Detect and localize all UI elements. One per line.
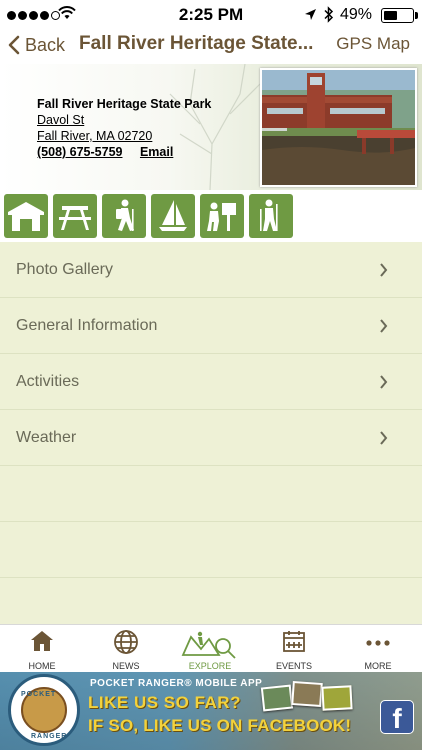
park-street-link[interactable]: Davol St (37, 112, 211, 128)
empty-row (0, 466, 422, 522)
back-label: Back (25, 34, 66, 55)
interpretive-center-icon[interactable] (200, 194, 244, 238)
tab-bar: HOME NEWS EXPLORE EVENTS MORE (0, 624, 422, 672)
tab-label: EVENTS (275, 661, 312, 671)
sailing-icon[interactable] (151, 194, 195, 238)
pocket-ranger-logo: POCKET RANGER (8, 674, 80, 746)
park-phone-link[interactable]: (508) 675-5759 (37, 145, 122, 159)
menu-item-label: Weather (16, 429, 77, 446)
park-building-image (262, 70, 415, 185)
activity-icons (0, 190, 422, 242)
banner-photo (291, 680, 323, 708)
banner-photo (321, 685, 353, 711)
home-icon (31, 631, 53, 651)
menu-item-label: General Information (16, 317, 158, 334)
chevron-left-icon (8, 35, 20, 55)
tab-label: NEWS (112, 661, 140, 671)
tab-label: HOME (28, 661, 56, 671)
menu-item-label: Activities (16, 373, 80, 390)
menu-item-activities[interactable]: Activities (0, 354, 422, 410)
cabin-icon[interactable] (4, 194, 48, 238)
page-title: Fall River Heritage State... (79, 33, 314, 54)
tab-label: MORE (364, 661, 392, 671)
park-info: Fall River Heritage State Park Davol St … (37, 96, 211, 160)
calendar-icon (283, 631, 305, 652)
logo-top-text: POCKET (21, 691, 57, 698)
banner-headline: LIKE US SO FAR? (88, 693, 241, 712)
banner-app-line: POCKET RANGER® MOBILE APP (90, 678, 263, 689)
menu-item-label: Photo Gallery (16, 261, 113, 278)
battery-percent: 49% (340, 6, 373, 23)
menu-item-general-information[interactable]: General Information (0, 298, 422, 354)
park-name: Fall River Heritage State Park (37, 97, 212, 111)
gps-map-button[interactable]: GPS Map (336, 34, 410, 54)
tab-more[interactable]: MORE (336, 625, 420, 673)
picnic-table-icon[interactable] (53, 194, 97, 238)
park-photo[interactable] (260, 68, 417, 187)
hiking-icon[interactable] (102, 194, 146, 238)
status-bar: 2:25 PM 49% (0, 0, 422, 30)
chevron-right-icon (380, 375, 388, 389)
chevron-right-icon (380, 319, 388, 333)
banner-photo (260, 684, 294, 712)
tab-label: EXPLORE (188, 661, 232, 671)
location-arrow-icon (305, 9, 316, 20)
chevron-right-icon (380, 431, 388, 445)
bluetooth-icon (324, 6, 334, 23)
menu-item-weather[interactable]: Weather (0, 410, 422, 466)
tab-events[interactable]: EVENTS (252, 625, 336, 673)
empty-row (0, 522, 422, 578)
navigation-bar: Back Fall River Heritage State... GPS Ma… (0, 30, 422, 64)
banner-subheadline: IF SO, LIKE US ON FACEBOOK! (88, 716, 352, 735)
globe-icon (114, 630, 138, 654)
facebook-banner-ad[interactable]: POCKET RANGER POCKET RANGER® MOBILE APP … (0, 672, 422, 750)
tab-news[interactable]: NEWS (84, 625, 168, 673)
battery-icon (381, 8, 414, 23)
menu-item-photo-gallery[interactable]: Photo Gallery (0, 242, 422, 298)
menu-list: Photo Gallery General Information Activi… (0, 242, 422, 624)
park-city-link[interactable]: Fall River, MA 02720 (37, 128, 211, 144)
park-email-link[interactable]: Email (140, 145, 173, 159)
more-dots-icon (366, 640, 390, 646)
tab-home[interactable]: HOME (0, 625, 84, 673)
chevron-right-icon (380, 263, 388, 277)
facebook-icon: f (380, 700, 414, 734)
logo-bottom-text: RANGER (31, 733, 68, 740)
walking-trail-icon[interactable] (249, 194, 293, 238)
back-button[interactable]: Back (8, 32, 65, 58)
explore-map-icon (181, 631, 236, 659)
tab-explore[interactable]: EXPLORE (168, 625, 252, 673)
